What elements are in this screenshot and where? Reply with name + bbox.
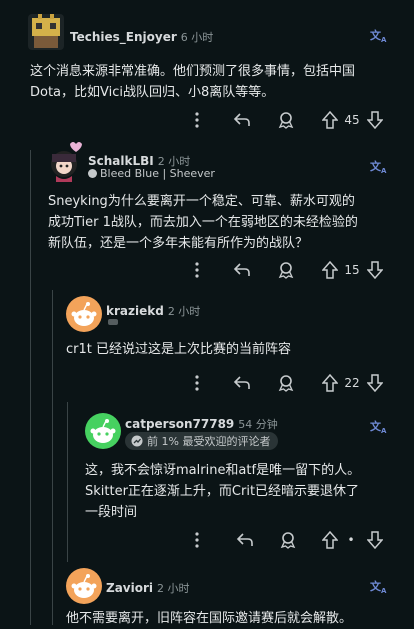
downvote-icon[interactable] bbox=[365, 108, 385, 132]
comment-header: catperson77789 54 分钟 bbox=[125, 413, 278, 432]
award-icon[interactable] bbox=[275, 258, 297, 282]
comment-line: 这个消息来源非常准确。他们预测了很多事情，包括中国 bbox=[30, 64, 356, 79]
award-icon[interactable] bbox=[277, 528, 299, 552]
comment-line: 他不需要离开，旧阵容在国际邀请赛后就会解散。 bbox=[66, 611, 353, 626]
timestamp: 54 分钟 bbox=[238, 418, 278, 431]
comment-line: Sneyking为什么要离开一个稳定、可靠、薪水可观的 bbox=[48, 194, 355, 209]
username[interactable]: SchalkLBI bbox=[88, 154, 154, 168]
badge-label: 前 1% 最受欢迎的评论者 bbox=[147, 435, 271, 448]
comment-line: Skitter正在逐渐上升，而Crit已经暗示要退休了 bbox=[85, 484, 360, 499]
comment-line: 新队伍，还是一个多年未能有所作为的战队？ bbox=[48, 236, 309, 251]
comment-body: 这个消息来源非常准确。他们预测了很多事情，包括中国 Dota，比如Vici战队回… bbox=[30, 61, 405, 103]
downvote-icon[interactable] bbox=[365, 528, 385, 552]
more-options-icon[interactable] bbox=[190, 258, 204, 282]
comment-body: Sneyking为什么要离开一个稳定、可靠、薪水可观的 成功Tier 1战队，而… bbox=[48, 191, 410, 254]
comment-header: Zaviori 2 小时 bbox=[106, 577, 190, 596]
more-options-icon[interactable] bbox=[190, 108, 204, 132]
translate-icon[interactable]: 文A bbox=[370, 158, 386, 175]
comment-line: 这，我不会惊讶malrine和atf是唯一留下的人。 bbox=[85, 463, 361, 478]
upvote-icon[interactable] bbox=[320, 528, 340, 552]
upvote-icon[interactable] bbox=[320, 258, 340, 282]
timestamp: 2 小时 bbox=[157, 582, 190, 595]
avatar[interactable] bbox=[66, 296, 102, 332]
comment-body: cr1t 已经说过这是上次比赛的当前阵容 bbox=[66, 339, 406, 360]
flair-emoji-icon bbox=[108, 319, 118, 325]
avatar[interactable] bbox=[28, 14, 64, 50]
user-flair: Bleed Blue | Sheever bbox=[88, 167, 215, 180]
flair-text: Bleed Blue | Sheever bbox=[100, 167, 215, 180]
username[interactable]: catperson77789 bbox=[125, 417, 234, 431]
comment-actions: • bbox=[0, 528, 414, 552]
comment-header: kraziekd 2 小时 bbox=[106, 300, 200, 319]
comment-line: Dota，比如Vici战队回归、小8离队等等。 bbox=[30, 85, 275, 100]
username[interactable]: Zaviori bbox=[106, 581, 153, 595]
translate-icon[interactable]: 文A bbox=[370, 418, 386, 435]
more-options-icon[interactable] bbox=[190, 371, 204, 395]
thread-line[interactable] bbox=[52, 290, 53, 625]
snoo-avatar-icon bbox=[90, 419, 116, 443]
translate-icon[interactable]: 文A bbox=[370, 27, 386, 44]
reply-icon[interactable] bbox=[235, 528, 255, 552]
vote-count: 45 bbox=[344, 113, 360, 127]
vote-count: 22 bbox=[344, 376, 360, 390]
avatar[interactable] bbox=[85, 413, 121, 449]
award-icon[interactable] bbox=[275, 371, 297, 395]
comment-line: 一段时间 bbox=[85, 505, 138, 520]
reply-icon[interactable] bbox=[232, 108, 252, 132]
trending-icon bbox=[131, 435, 143, 447]
vote-count: • bbox=[347, 533, 355, 547]
snoo-avatar-icon bbox=[71, 574, 97, 598]
upvote-icon[interactable] bbox=[320, 108, 340, 132]
comment-body: 他不需要离开，旧阵容在国际邀请赛后就会解散。 bbox=[66, 608, 411, 629]
comment-body: 这，我不会惊讶malrine和atf是唯一留下的人。 Skitter正在逐渐上升… bbox=[85, 460, 407, 523]
upvote-icon[interactable] bbox=[320, 371, 340, 395]
reply-icon[interactable] bbox=[232, 371, 252, 395]
comment-header: Techies_Enjoyer 6 小时 bbox=[70, 26, 213, 45]
schalk-avatar-icon bbox=[51, 142, 82, 182]
vote-count: 15 bbox=[344, 263, 360, 277]
comment-actions: 22 bbox=[0, 371, 414, 395]
comment-line: 成功Tier 1战队，而去加入一个在弱地区的未经检验的 bbox=[48, 215, 358, 230]
flair-icon bbox=[88, 169, 97, 178]
username[interactable]: Techies_Enjoyer bbox=[70, 30, 177, 44]
comment-line: cr1t 已经说过这是上次比赛的当前阵容 bbox=[66, 342, 291, 357]
reply-icon[interactable] bbox=[232, 258, 252, 282]
techies-avatar-icon bbox=[32, 14, 60, 48]
translate-icon[interactable]: 文A bbox=[370, 578, 386, 595]
avatar[interactable] bbox=[66, 568, 102, 604]
downvote-icon[interactable] bbox=[365, 258, 385, 282]
comment-actions: 45 bbox=[0, 108, 414, 132]
timestamp: 6 小时 bbox=[180, 31, 214, 44]
more-options-icon[interactable] bbox=[190, 528, 204, 552]
username[interactable]: kraziekd bbox=[106, 304, 164, 318]
award-icon[interactable] bbox=[275, 108, 297, 132]
top-commenter-badge: 前 1% 最受欢迎的评论者 bbox=[125, 432, 279, 450]
avatar[interactable] bbox=[48, 140, 84, 182]
comment-actions: 15 bbox=[0, 258, 414, 282]
timestamp: 2 小时 bbox=[167, 305, 201, 318]
snoo-avatar-icon bbox=[71, 302, 97, 326]
downvote-icon[interactable] bbox=[365, 371, 385, 395]
